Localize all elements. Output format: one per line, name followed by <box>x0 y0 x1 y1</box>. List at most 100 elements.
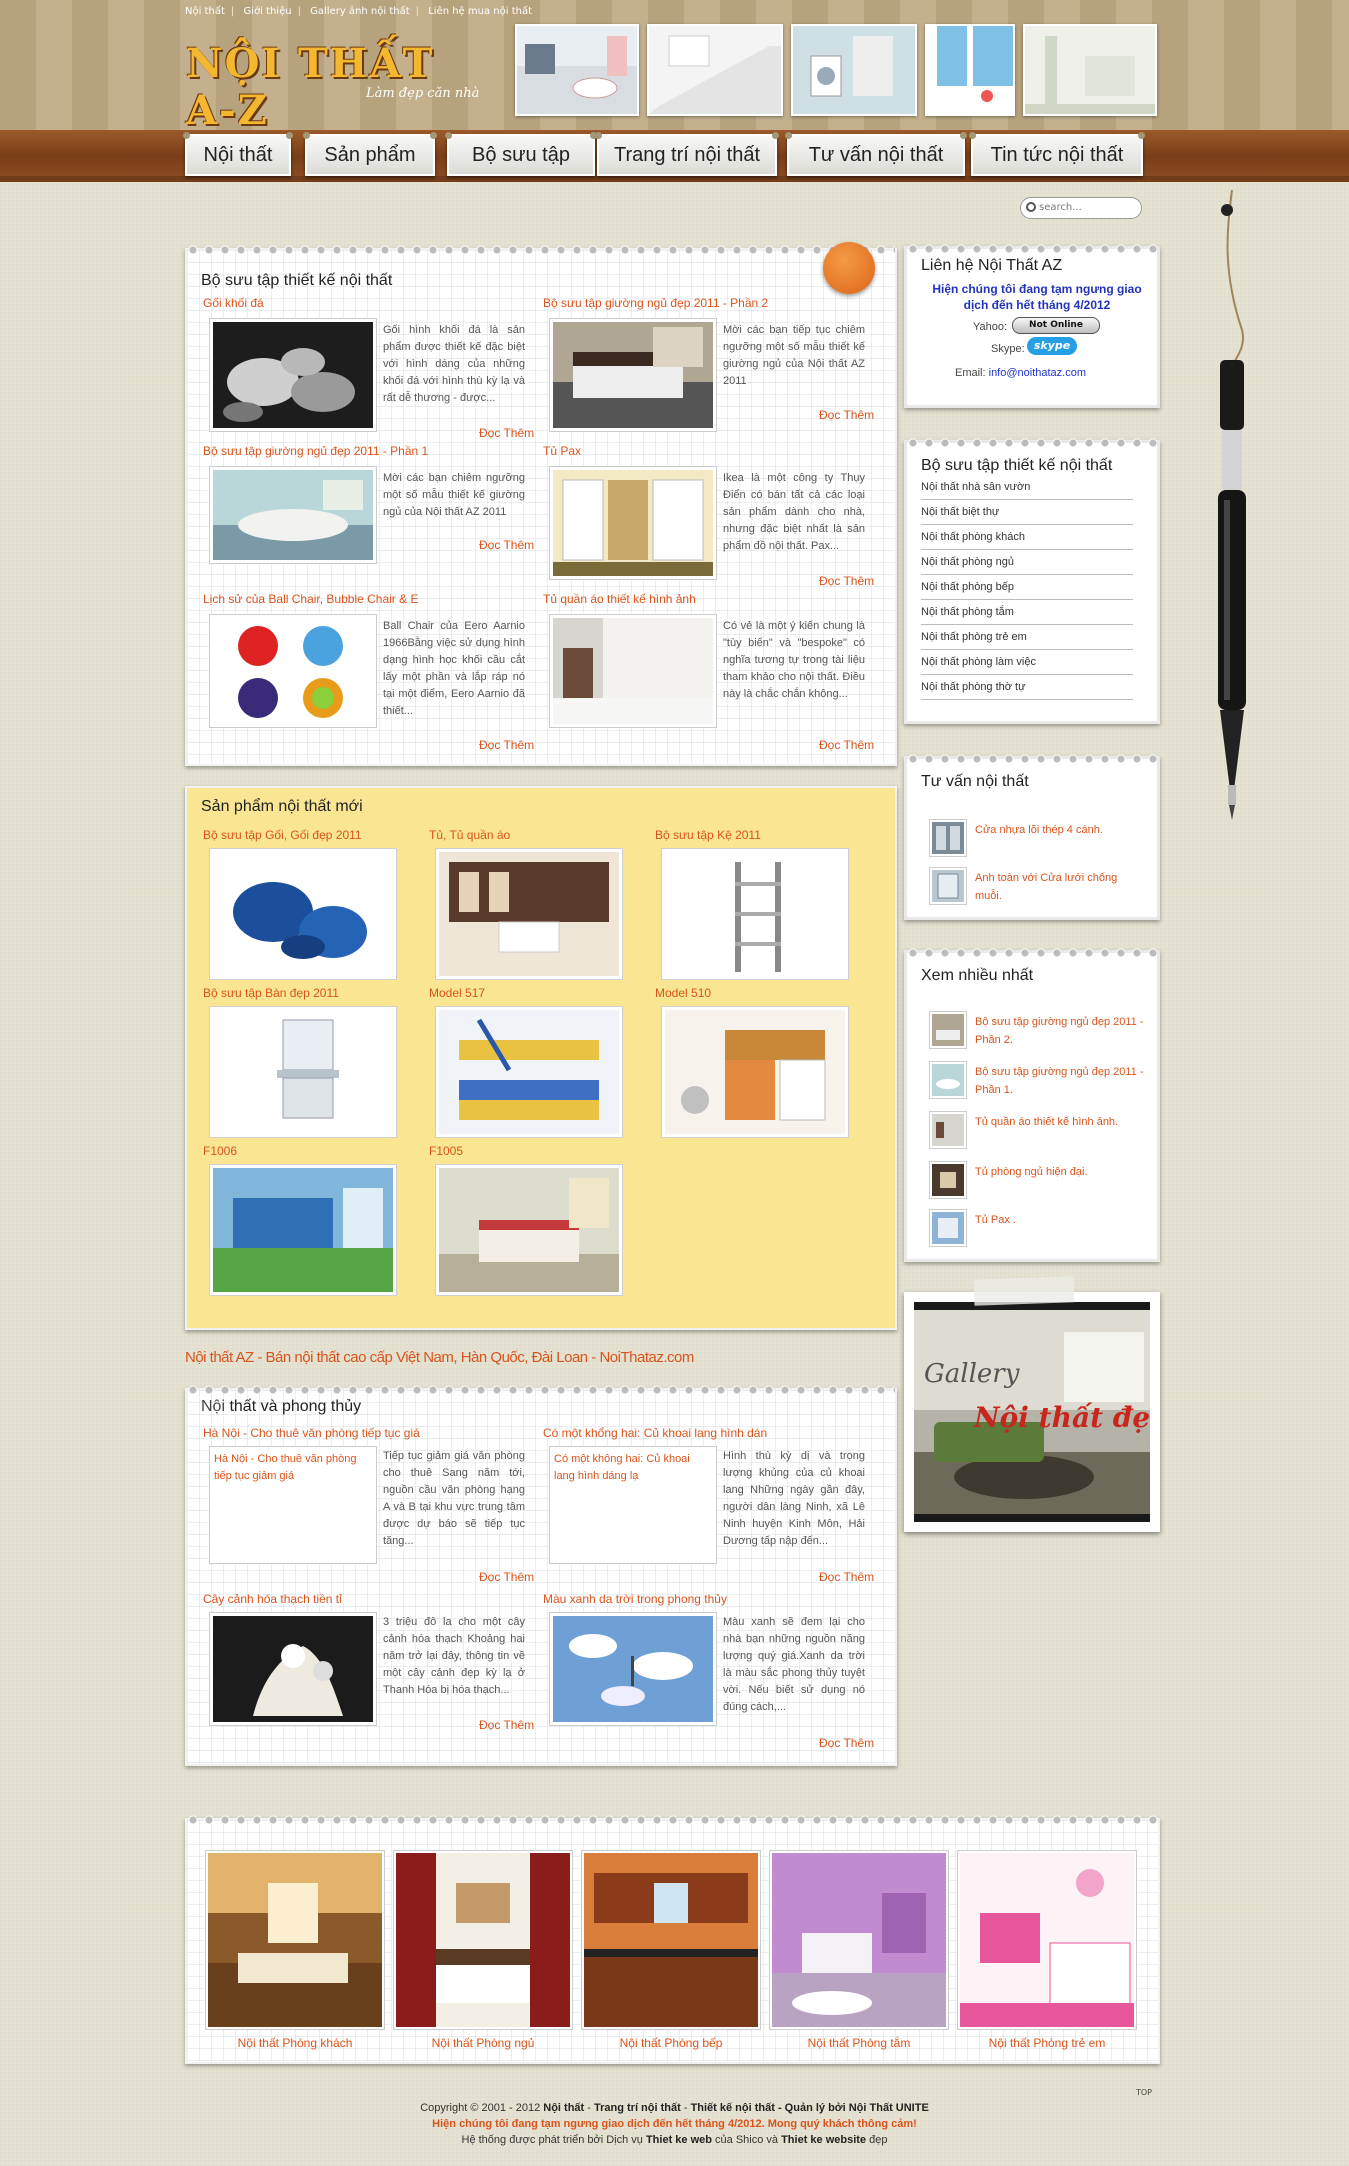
read-more-link[interactable]: Đọc Thêm <box>819 738 874 752</box>
product-title[interactable]: Model 517 <box>429 986 485 1000</box>
email-link[interactable]: info@noithataz.com <box>989 367 1086 379</box>
category-link[interactable]: Nội thất phòng khách <box>921 525 1133 550</box>
toplink-gioi-thieu[interactable]: Giới thiệu <box>243 6 291 17</box>
collection-item-title[interactable]: Lịch sử của Ball Chair, Bubble Chair & E <box>203 592 418 606</box>
collection-item-image[interactable] <box>549 614 717 728</box>
yahoo-status-badge[interactable]: Not Online <box>1012 317 1100 334</box>
room-image-kids[interactable] <box>957 1850 1137 2030</box>
read-more-link[interactable]: Đọc Thêm <box>479 426 534 440</box>
toplink-lien-he[interactable]: Liên hệ mua nội thất <box>428 6 532 17</box>
collection-item-image[interactable] <box>209 466 377 564</box>
category-link[interactable]: Nội thất phòng ngủ <box>921 550 1133 575</box>
fengshui-title: Nội thất và phong thủy <box>201 1398 362 1415</box>
read-more-link[interactable]: Đọc Thêm <box>479 538 534 552</box>
room-caption-bedroom[interactable]: Nội thất Phòng ngủ <box>393 2036 573 2050</box>
nav-tin-tuc[interactable]: Tin tức nội thất <box>969 132 1145 176</box>
popular-thumb <box>929 1011 967 1049</box>
read-more-link[interactable]: Đọc Thêm <box>819 1570 874 1584</box>
toplink-gallery[interactable]: Gallery ảnh nội thất <box>310 6 410 17</box>
product-image[interactable] <box>209 1164 397 1296</box>
room-caption-kids[interactable]: Nội thất Phòng trẻ em <box>957 2036 1137 2050</box>
room-image-kitchen[interactable] <box>581 1850 761 2030</box>
category-link[interactable]: Nội thất nhà sân vườn <box>921 475 1133 500</box>
category-link[interactable]: Nội thất phòng bếp <box>921 575 1133 600</box>
products-title: Sản phẩm nội thất mới <box>201 798 363 815</box>
footer-copyright: Copyright © 2001 - 2012 Nội thất - Trang… <box>420 2102 929 2114</box>
product-title[interactable]: F1005 <box>429 1144 463 1158</box>
fengshui-item-title[interactable]: Hà Nội - Cho thuê văn phòng tiếp tục giá <box>203 1426 420 1440</box>
read-more-link[interactable]: Đọc Thêm <box>479 1718 534 1732</box>
collection-item-title[interactable]: Tủ Pax <box>543 444 581 458</box>
categories-title: Bộ sưu tập thiết kế nội thất <box>921 457 1113 474</box>
fengshui-item-image[interactable] <box>209 1612 377 1726</box>
read-more-link[interactable]: Đọc Thêm <box>819 1736 874 1750</box>
nav-trang-tri[interactable]: Trang trí nội thất <box>595 132 779 176</box>
product-title[interactable]: Model 510 <box>655 986 711 1000</box>
room-image-bedroom[interactable] <box>393 1850 573 2030</box>
category-link[interactable]: Nội thất phòng tắm <box>921 600 1133 625</box>
collection-item-image[interactable] <box>209 318 377 432</box>
product-image[interactable] <box>435 1006 623 1138</box>
fengshui-item-title[interactable]: Có một khổng hai: Củ khoai lang hình dán <box>543 1426 767 1440</box>
fengshui-item-image[interactable] <box>549 1612 717 1726</box>
advice-title: Tư vấn nội thất <box>921 773 1029 790</box>
pen-decoration-icon <box>1218 190 1246 820</box>
read-more-link[interactable]: Đọc Thêm <box>819 574 874 588</box>
collection-item-image[interactable] <box>549 318 717 432</box>
product-image[interactable] <box>661 848 849 980</box>
nav-bo-suu-tap[interactable]: Bộ sưu tập <box>445 132 597 176</box>
contact-title: Liên hệ Nội Thất AZ <box>921 257 1063 274</box>
notebook-rings <box>907 947 1157 959</box>
notebook-rings <box>907 243 1157 255</box>
room-image-bathroom[interactable] <box>769 1850 949 2030</box>
product-title[interactable]: Bộ sưu tập Gối, Gối đẹp 2011 <box>203 828 362 842</box>
product-image[interactable] <box>435 848 623 980</box>
product-title[interactable]: Tủ, Tủ quần áo <box>429 828 510 842</box>
categories-box: Bộ sưu tập thiết kế nội thất Nội thất nh… <box>904 437 1160 724</box>
collection-item-image[interactable] <box>209 614 377 728</box>
collection-item-image[interactable] <box>549 466 717 580</box>
room-caption-bathroom[interactable]: Nội thất Phòng tắm <box>769 2036 949 2050</box>
header-thumb-5 <box>1023 24 1157 116</box>
category-link[interactable]: Nội thất phòng thờ tự <box>921 675 1133 700</box>
collection-title: Bộ sưu tập thiết kế nội thất <box>201 272 393 289</box>
fengshui-item-title[interactable]: Cây cảnh hóa thạch tiền tỉ <box>203 1592 342 1606</box>
nav-tu-van[interactable]: Tư vấn nội thất <box>785 132 967 176</box>
product-image[interactable] <box>661 1006 849 1138</box>
skype-icon[interactable]: skype <box>1027 337 1077 355</box>
popular-thumb <box>929 1061 967 1099</box>
fengshui-image-placeholder[interactable]: Hà Nội - Cho thuê văn phòng tiếp tục giả… <box>209 1446 377 1564</box>
header-thumb-3 <box>791 24 917 116</box>
gallery-banner[interactable]: Gallery Nội thất đẹp <box>904 1276 1160 1532</box>
category-link[interactable]: Nội thất biệt thự <box>921 500 1133 525</box>
fengshui-item-title[interactable]: Màu xanh da trời trong phong thủy <box>543 1592 727 1606</box>
site-logo[interactable]: NỘI THẤT A-Z Làm đẹp căn nhà <box>186 40 496 134</box>
room-caption-kitchen[interactable]: Nội thất Phòng bếp <box>581 2036 761 2050</box>
back-to-top-link[interactable]: TOP <box>1136 2088 1152 2097</box>
header: Nội thất | Giới thiệu | Gallery ảnh nội th… <box>0 0 1349 134</box>
read-more-link[interactable]: Đọc Thêm <box>819 408 874 422</box>
fengshui-panel: Nội thất và phong thủy Hà Nội - Cho thuê… <box>185 1384 897 1766</box>
collection-item-title[interactable]: Tủ quần áo thiết kế hình ảnh <box>543 592 696 606</box>
collection-item-title[interactable]: Gối khối đá <box>203 296 264 310</box>
product-title[interactable]: F1006 <box>203 1144 237 1158</box>
category-link[interactable]: Nội thất phòng làm việc <box>921 650 1133 675</box>
nav-noi-that[interactable]: Nội thất <box>183 132 293 176</box>
read-more-link[interactable]: Đọc Thêm <box>479 738 534 752</box>
collection-item-title[interactable]: Bộ sưu tập giường ngủ đẹp 2011 - Phần 2 <box>543 296 768 310</box>
collection-item-title[interactable]: Bộ sưu tập giường ngủ đẹp 2011 - Phần 1 <box>203 444 428 458</box>
product-title[interactable]: Bộ sưu tập Kệ 2011 <box>655 828 761 842</box>
product-image[interactable] <box>209 1006 397 1138</box>
nav-san-pham[interactable]: Sản phẩm <box>303 132 437 176</box>
room-caption-living[interactable]: Nội thất Phòng khách <box>205 2036 385 2050</box>
advice-thumb <box>929 819 967 857</box>
fengshui-image-placeholder[interactable]: Có một không hai: Củ khoai lang hình dán… <box>549 1446 717 1564</box>
search-input[interactable]: search... <box>1020 197 1142 219</box>
read-more-link[interactable]: Đọc Thêm <box>479 1570 534 1584</box>
product-image[interactable] <box>435 1164 623 1296</box>
product-title[interactable]: Bộ sưu tập Bàn đẹp 2011 <box>203 986 339 1000</box>
product-image[interactable] <box>209 848 397 980</box>
room-image-living[interactable] <box>205 1850 385 2030</box>
category-link[interactable]: Nội thất phòng trẻ em <box>921 625 1133 650</box>
toplink-noi-that[interactable]: Nội thất <box>185 6 225 17</box>
